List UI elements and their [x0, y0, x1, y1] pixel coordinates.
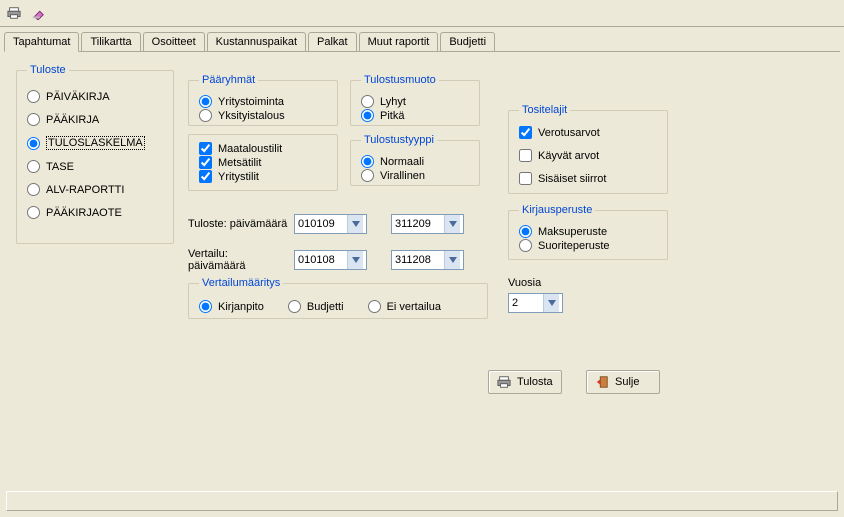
tulostusmuoto-opt-lyhyt[interactable]: Lyhyt: [361, 95, 469, 108]
dropdown-icon[interactable]: [347, 251, 363, 269]
tulostustyyppi-opt-virallinen[interactable]: Virallinen: [361, 169, 469, 182]
chevron-down-icon: [548, 300, 556, 306]
tuloste-opt-paakirja[interactable]: PÄÄKIRJA: [27, 113, 163, 126]
vertailumaaritys-group: Vertailumääritys Kirjanpito Budjetti Ei …: [188, 277, 488, 319]
print-icon-button[interactable]: [3, 2, 25, 24]
chevron-down-icon: [449, 257, 457, 263]
tilit-opt-metsatilit[interactable]: Metsätilit: [199, 156, 327, 169]
dropdown-icon[interactable]: [444, 251, 460, 269]
kirjausperuste-legend: Kirjausperuste: [519, 204, 595, 216]
dropdown-icon[interactable]: [347, 215, 363, 233]
paaryhmat-opt-yksityistalous[interactable]: Yksityistalous: [199, 109, 327, 122]
tuloste-opt-tase[interactable]: TASE: [27, 160, 163, 173]
paaryhmat-opt-yritystoiminta[interactable]: Yritystoiminta: [199, 95, 327, 108]
tab-budjetti[interactable]: Budjetti: [440, 32, 495, 52]
tuloste-date-to[interactable]: [391, 214, 464, 234]
vuosia-combo[interactable]: [508, 293, 563, 313]
tuloste-group: Tuloste PÄIVÄKIRJA PÄÄKIRJA TULOSLASKELM…: [16, 64, 174, 244]
vertailumaaritys-legend: Vertailumääritys: [199, 277, 283, 289]
tositelajit-legend: Tositelajit: [519, 104, 570, 116]
vertailu-date-from[interactable]: [294, 250, 367, 270]
tilit-opt-yritystilit[interactable]: Yritystilit: [199, 170, 327, 183]
vertailumaaritys-opt-ei-vertailua[interactable]: Ei vertailua: [368, 300, 441, 313]
tab-panel-tapahtumat: Tuloste PÄIVÄKIRJA PÄÄKIRJA TULOSLASKELM…: [4, 51, 840, 351]
vertailumaaritys-opt-budjetti[interactable]: Budjetti: [288, 300, 344, 313]
tilit-opt-maataloustilit[interactable]: Maataloustilit: [199, 142, 327, 155]
tuloste-opt-tuloslaskelma[interactable]: TULOSLASKELMA: [27, 136, 163, 150]
tositelajit-group: Tositelajit Verotusarvot Käyvät arvot Si…: [508, 104, 668, 194]
tulosta-button[interactable]: Tulosta: [488, 370, 562, 394]
tuloste-opt-paivakirja[interactable]: PÄIVÄKIRJA: [27, 90, 163, 103]
close-door-icon: [595, 375, 609, 389]
tositelajit-opt-verotusarvot[interactable]: Verotusarvot: [519, 126, 657, 139]
tuloste-opt-alv-raportti[interactable]: ALV-RAPORTTI: [27, 183, 163, 196]
vertailumaaritys-opt-kirjanpito[interactable]: Kirjanpito: [199, 300, 264, 313]
tulostustyyppi-legend: Tulostustyyppi: [361, 134, 437, 146]
eraser-icon: [31, 6, 45, 20]
dialog-buttons: Tulosta Sulje: [488, 370, 660, 394]
kirjausperuste-opt-suoriteperuste[interactable]: Suoriteperuste: [519, 239, 657, 252]
tulostusmuoto-opt-pitka[interactable]: Pitkä: [361, 109, 469, 122]
tilit-group: Maataloustilit Metsätilit Yritystilit: [188, 134, 338, 191]
vuosia-input[interactable]: [509, 297, 543, 309]
printer-icon: [497, 375, 511, 389]
tulostustyyppi-opt-normaali[interactable]: Normaali: [361, 155, 469, 168]
vertailu-date-row: Vertailu: päivämäärä: [188, 248, 464, 272]
tositelajit-opt-sisaiset-siirrot[interactable]: Sisäiset siirrot: [519, 172, 657, 185]
sulje-button[interactable]: Sulje: [586, 370, 660, 394]
tuloste-date-label: Tuloste: päivämäärä: [188, 218, 288, 230]
status-bar: [6, 491, 838, 511]
printer-icon: [7, 6, 21, 20]
chevron-down-icon: [449, 221, 457, 227]
tab-kustannuspaikat[interactable]: Kustannuspaikat: [207, 32, 306, 52]
kirjausperuste-group: Kirjausperuste Maksuperuste Suoriteperus…: [508, 204, 668, 260]
paaryhmat-legend: Pääryhmät: [199, 74, 258, 86]
tab-muut-raportit[interactable]: Muut raportit: [359, 32, 439, 52]
vertailu-date-to[interactable]: [391, 250, 464, 270]
tuloste-opt-paakirjaote[interactable]: PÄÄKIRJAOTE: [27, 206, 163, 219]
tulostusmuoto-group: Tulostusmuoto Lyhyt Pitkä: [350, 74, 480, 126]
kirjausperuste-opt-maksuperuste[interactable]: Maksuperuste: [519, 225, 657, 238]
tab-palkat[interactable]: Palkat: [308, 32, 357, 52]
eraser-icon-button[interactable]: [27, 2, 49, 24]
tab-tapahtumat[interactable]: Tapahtumat: [4, 32, 79, 52]
tab-bar: Tapahtumat Tilikartta Osoitteet Kustannu…: [0, 27, 844, 51]
vertailu-date-from-input[interactable]: [295, 254, 347, 266]
tuloste-legend: Tuloste: [27, 64, 69, 76]
tab-tilikartta[interactable]: Tilikartta: [81, 32, 140, 52]
vuosia-label: Vuosia: [508, 277, 541, 289]
chevron-down-icon: [352, 257, 360, 263]
tuloste-date-row: Tuloste: päivämäärä: [188, 214, 464, 234]
tuloste-date-from-input[interactable]: [295, 218, 347, 230]
chevron-down-icon: [352, 221, 360, 227]
tuloste-date-from[interactable]: [294, 214, 367, 234]
dropdown-icon[interactable]: [444, 215, 460, 233]
dropdown-icon[interactable]: [543, 294, 559, 312]
vertailu-date-to-input[interactable]: [392, 254, 444, 266]
tositelajit-opt-kayvat-arvot[interactable]: Käyvät arvot: [519, 149, 657, 162]
toolbar: [0, 0, 844, 27]
tab-osoitteet[interactable]: Osoitteet: [143, 32, 205, 52]
tuloste-date-to-input[interactable]: [392, 218, 444, 230]
tulostustyyppi-group: Tulostustyyppi Normaali Virallinen: [350, 134, 480, 186]
paaryhmat-group: Pääryhmät Yritystoiminta Yksityistalous: [188, 74, 338, 126]
tulostusmuoto-legend: Tulostusmuoto: [361, 74, 439, 86]
vertailu-date-label: Vertailu: päivämäärä: [188, 248, 288, 272]
